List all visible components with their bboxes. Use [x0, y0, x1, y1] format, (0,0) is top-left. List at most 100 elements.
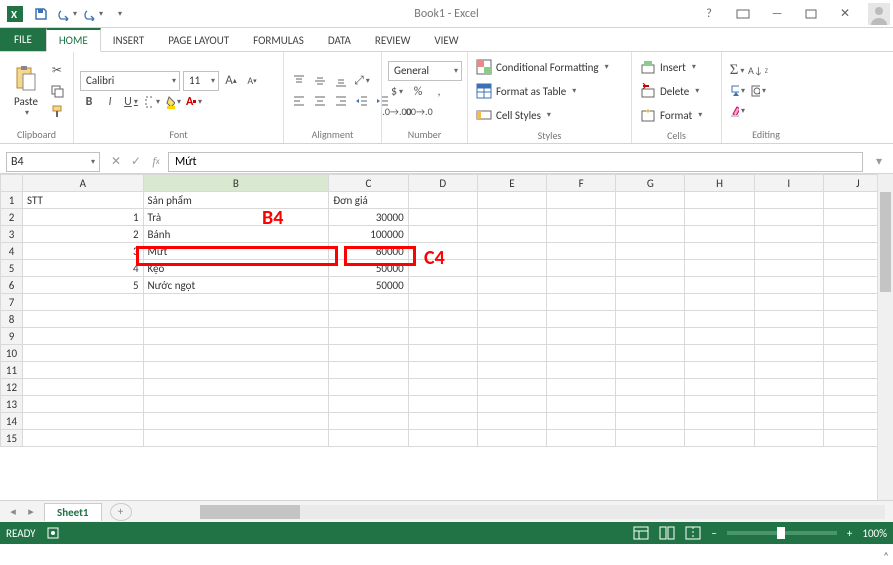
align-middle-icon[interactable] [311, 72, 329, 90]
col-header-H[interactable]: H [685, 175, 754, 192]
cell[interactable] [547, 243, 616, 260]
cell[interactable] [754, 345, 823, 362]
minimize-icon[interactable]: — [763, 2, 791, 26]
cell[interactable]: Đơn giá [329, 192, 408, 209]
cell[interactable] [754, 362, 823, 379]
cell[interactable] [685, 430, 754, 447]
cell[interactable] [547, 294, 616, 311]
cell[interactable] [408, 396, 477, 413]
help-icon[interactable]: ? [695, 2, 723, 26]
copy-icon[interactable] [48, 82, 66, 100]
col-header-E[interactable]: E [477, 175, 546, 192]
cell[interactable] [22, 396, 143, 413]
conditional-formatting-button[interactable]: Conditional Formatting▾ [474, 56, 625, 78]
tab-view[interactable]: VIEW [422, 30, 470, 51]
tab-formulas[interactable]: FORMULAS [241, 30, 316, 51]
cell[interactable] [685, 345, 754, 362]
insert-function-icon[interactable]: fx [146, 152, 166, 172]
cell[interactable] [754, 379, 823, 396]
cell[interactable] [685, 243, 754, 260]
cell[interactable] [754, 277, 823, 294]
cell[interactable] [547, 413, 616, 430]
row-header[interactable]: 13 [1, 396, 23, 413]
cell[interactable] [408, 345, 477, 362]
zoom-slider[interactable] [727, 531, 837, 535]
sheet-nav-last-icon[interactable]: ▸ [22, 505, 40, 518]
zoom-slider-thumb[interactable] [777, 527, 785, 539]
row-header[interactable]: 10 [1, 345, 23, 362]
cell[interactable]: 5 [22, 277, 143, 294]
cancel-formula-icon[interactable]: ✕ [106, 152, 126, 172]
cell[interactable] [547, 379, 616, 396]
cell[interactable]: 100000 [329, 226, 408, 243]
row-header[interactable]: 11 [1, 362, 23, 379]
row-header[interactable]: 4 [1, 243, 23, 260]
cell[interactable] [547, 226, 616, 243]
row-header[interactable]: 6 [1, 277, 23, 294]
account-icon[interactable] [865, 2, 893, 26]
formula-input[interactable] [168, 152, 863, 172]
row-header[interactable]: 3 [1, 226, 23, 243]
cell[interactable] [477, 192, 546, 209]
align-right-icon[interactable] [332, 92, 350, 110]
cell[interactable] [143, 430, 329, 447]
cell[interactable]: 2 [22, 226, 143, 243]
fill-icon[interactable]: ▾ [728, 82, 746, 100]
name-box[interactable]: B4▾ [6, 152, 100, 172]
cell[interactable] [685, 379, 754, 396]
zoom-out-icon[interactable]: − [711, 527, 716, 540]
tab-insert[interactable]: INSERT [101, 30, 157, 51]
cell[interactable] [547, 430, 616, 447]
row-header[interactable]: 2 [1, 209, 23, 226]
cell[interactable] [616, 209, 685, 226]
undo-icon[interactable]: ▾ [56, 3, 78, 25]
font-color-icon[interactable]: A▾ [185, 93, 203, 111]
cell[interactable]: Nước ngọt [143, 277, 329, 294]
align-center-icon[interactable] [311, 92, 329, 110]
cell[interactable]: Trà [143, 209, 329, 226]
cell[interactable] [408, 413, 477, 430]
cell[interactable] [685, 226, 754, 243]
cell[interactable]: STT [22, 192, 143, 209]
format-cells-button[interactable]: Format▾ [638, 104, 715, 126]
col-header-D[interactable]: D [408, 175, 477, 192]
font-name-combo[interactable]: Calibri▾ [80, 71, 180, 91]
cell[interactable] [754, 260, 823, 277]
cell[interactable] [754, 294, 823, 311]
row-header[interactable]: 14 [1, 413, 23, 430]
cell[interactable] [329, 379, 408, 396]
cell[interactable]: 50000 [329, 260, 408, 277]
cell[interactable] [547, 345, 616, 362]
cell[interactable] [616, 379, 685, 396]
cell[interactable] [547, 192, 616, 209]
cell[interactable] [477, 362, 546, 379]
scrollbar-thumb[interactable] [880, 192, 891, 292]
cell[interactable]: Kẹo [143, 260, 329, 277]
cell[interactable]: Sản phẩm [143, 192, 329, 209]
tab-home[interactable]: HOME [46, 28, 101, 52]
delete-cells-button[interactable]: Delete▾ [638, 80, 715, 102]
cell[interactable] [22, 345, 143, 362]
cell[interactable] [616, 243, 685, 260]
cell[interactable] [477, 379, 546, 396]
cell[interactable] [143, 294, 329, 311]
cell[interactable] [329, 362, 408, 379]
cell[interactable] [22, 311, 143, 328]
cell[interactable] [616, 413, 685, 430]
cell[interactable] [408, 430, 477, 447]
cell[interactable] [477, 226, 546, 243]
cell[interactable] [754, 430, 823, 447]
cell[interactable] [754, 243, 823, 260]
percent-format-icon[interactable]: % [409, 83, 427, 101]
cell[interactable] [616, 260, 685, 277]
close-icon[interactable]: ✕ [831, 2, 859, 26]
row-header[interactable]: 8 [1, 311, 23, 328]
new-sheet-icon[interactable]: + [110, 503, 132, 521]
cell[interactable] [616, 430, 685, 447]
cell[interactable] [477, 260, 546, 277]
fill-color-icon[interactable]: ▾ [164, 93, 182, 111]
cell[interactable] [408, 328, 477, 345]
view-normal-icon[interactable] [633, 526, 649, 540]
cell[interactable] [685, 311, 754, 328]
cell[interactable] [22, 379, 143, 396]
